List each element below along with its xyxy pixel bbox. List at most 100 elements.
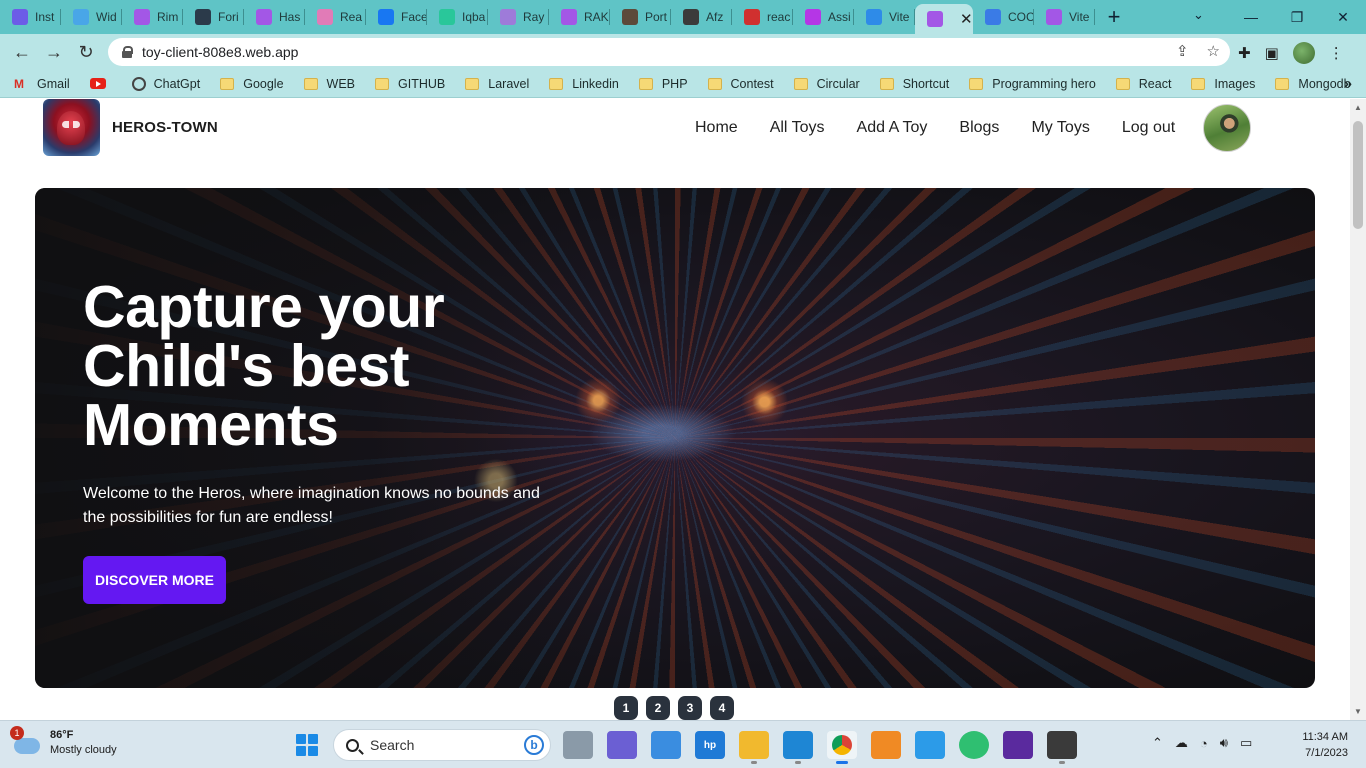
discover-more-button[interactable]: DISCOVER MORE xyxy=(83,556,226,604)
bookmark-item[interactable]: PHP xyxy=(638,77,688,91)
chatgpt-app-icon[interactable] xyxy=(959,731,989,759)
weather-widget[interactable]: 1 86°F Mostly cloudy xyxy=(10,726,117,758)
nav-all-toys[interactable]: All Toys xyxy=(770,119,825,137)
start-button[interactable] xyxy=(296,734,318,756)
bookmark-item[interactable]: Images xyxy=(1191,77,1255,91)
wifi-icon[interactable]: ◔ xyxy=(1200,736,1208,751)
bookmark-item[interactable]: Google xyxy=(220,77,284,91)
battery-icon[interactable]: ▭ xyxy=(1240,735,1252,751)
tab-label: Vite xyxy=(1069,10,1090,24)
xampp-icon[interactable] xyxy=(871,731,901,759)
bookmark-item[interactable]: Circular xyxy=(793,77,860,91)
bookmark-item[interactable]: Contest xyxy=(707,77,774,91)
browser-tab[interactable]: RAK xyxy=(549,0,610,34)
nav-add-toy[interactable]: Add A Toy xyxy=(857,119,928,137)
page-scrollbar[interactable]: ▲ ▼ xyxy=(1350,99,1366,720)
postman-icon[interactable] xyxy=(1003,731,1033,759)
browser-tab[interactable]: reac xyxy=(732,0,793,34)
slide-3-button[interactable]: 3 xyxy=(678,696,702,720)
store-icon[interactable] xyxy=(651,731,681,759)
menu-dots-icon[interactable]: ⋮ xyxy=(1329,44,1344,62)
close-window-icon[interactable]: ✕ xyxy=(1320,9,1366,26)
scroll-up-icon[interactable]: ▲ xyxy=(1354,103,1362,112)
browser-tab[interactable]: Iqba xyxy=(427,0,488,34)
vscode-icon[interactable] xyxy=(783,731,813,764)
lock-icon[interactable] xyxy=(122,46,133,58)
nav-blogs[interactable]: Blogs xyxy=(959,119,999,137)
slide-4-button[interactable]: 4 xyxy=(710,696,734,720)
bookmark-item[interactable]: Laravel xyxy=(465,77,529,91)
bookmark-item[interactable] xyxy=(89,78,112,89)
site-brand[interactable]: HEROS-TOWN xyxy=(112,119,218,136)
clock[interactable]: 11:34 AM 7/1/2023 xyxy=(1288,729,1348,761)
volume-icon[interactable]: 🔊︎ xyxy=(1220,735,1228,751)
onedrive-icon[interactable]: ☁ xyxy=(1175,735,1188,751)
tab-search-icon[interactable]: ⌄ xyxy=(1193,7,1204,23)
weather-desc: Mostly cloudy xyxy=(50,744,117,756)
new-tab-button[interactable]: + xyxy=(1095,4,1133,30)
browser-tab[interactable]: Inst xyxy=(0,0,61,34)
bookmark-label: Gmail xyxy=(37,76,70,91)
bookmark-star-icon[interactable]: ☆ xyxy=(1207,42,1220,60)
nav-menu: Home All Toys Add A Toy Blogs My Toys Lo… xyxy=(695,119,1207,137)
bing-icon[interactable]: b xyxy=(524,735,544,755)
back-arrow-icon[interactable]: ← xyxy=(6,42,38,63)
browser-tab[interactable]: Fori xyxy=(183,0,244,34)
terminal-icon[interactable] xyxy=(1047,731,1077,764)
extensions-icon[interactable]: ✚ xyxy=(1238,44,1251,62)
minimize-icon[interactable]: — xyxy=(1228,9,1274,25)
side-panel-icon[interactable]: ▣ xyxy=(1265,44,1279,62)
browser-tab[interactable]: Vite xyxy=(854,0,915,34)
address-bar[interactable]: toy-client-808e8.web.app ⇪ ☆ xyxy=(108,38,1230,66)
browser-tab[interactable]: Port xyxy=(610,0,671,34)
bookmark-item[interactable]: Linkedin xyxy=(549,77,619,91)
browser-tab[interactable]: Rim xyxy=(122,0,183,34)
slide-1-button[interactable]: 1 xyxy=(614,696,638,720)
nav-my-toys[interactable]: My Toys xyxy=(1031,119,1089,137)
slide-2-button[interactable]: 2 xyxy=(646,696,670,720)
more-bookmarks-icon[interactable]: » xyxy=(1344,75,1352,91)
browser-tab[interactable]: Rea xyxy=(305,0,366,34)
reload-icon[interactable]: ↻ xyxy=(70,42,102,63)
restore-icon[interactable]: ❐ xyxy=(1274,9,1320,26)
url-text[interactable]: toy-client-808e8.web.app xyxy=(142,44,298,60)
bookmark-item[interactable]: WEB xyxy=(303,77,355,91)
forward-arrow-icon[interactable]: → xyxy=(38,42,70,63)
browser-tab[interactable]: COC xyxy=(973,0,1034,34)
site-logo[interactable] xyxy=(43,99,100,156)
bookmark-item[interactable]: GITHUB xyxy=(375,77,445,91)
user-avatar[interactable] xyxy=(1203,104,1251,152)
share-icon[interactable]: ⇪ xyxy=(1176,42,1189,60)
tray-expand-icon[interactable]: ⌃ xyxy=(1152,735,1163,751)
browser-tab[interactable]: Face xyxy=(366,0,427,34)
browser-tab[interactable]: Assi xyxy=(793,0,854,34)
nav-home[interactable]: Home xyxy=(695,119,738,137)
browser-tab[interactable]: Ray xyxy=(488,0,549,34)
browser-tab[interactable]: Has xyxy=(244,0,305,34)
site-navbar: HEROS-TOWN Home All Toys Add A Toy Blogs… xyxy=(0,99,1350,161)
hp-icon[interactable]: hp xyxy=(695,731,725,759)
chrome-icon[interactable] xyxy=(827,731,857,764)
browser-tab[interactable]: Vite xyxy=(1034,0,1095,34)
scroll-down-icon[interactable]: ▼ xyxy=(1354,707,1362,716)
scrollbar-thumb[interactable] xyxy=(1353,121,1363,229)
browser-tab[interactable]: ✕ xyxy=(915,4,973,34)
browser-tab[interactable]: Wid xyxy=(61,0,122,34)
file-explorer-icon[interactable] xyxy=(739,731,769,764)
bookmark-item[interactable]: React xyxy=(1115,77,1171,91)
bookmark-item[interactable]: ChatGpt xyxy=(131,76,200,91)
bookmark-item[interactable]: Shortcut xyxy=(879,77,949,91)
bookmark-item[interactable]: Mongodb xyxy=(1275,77,1351,91)
browser-tab[interactable]: Afz xyxy=(671,0,732,34)
teams-icon[interactable] xyxy=(607,731,637,759)
tab-favicon-icon xyxy=(439,9,455,25)
bookmark-item[interactable]: Programming hero xyxy=(969,77,1096,91)
task-view-icon[interactable] xyxy=(563,731,593,759)
tab-label: Afz xyxy=(706,10,724,24)
profile-avatar[interactable] xyxy=(1292,42,1315,64)
nav-logout[interactable]: Log out xyxy=(1122,119,1175,137)
taskbar-search[interactable]: Search b xyxy=(333,729,551,761)
mysql-icon[interactable] xyxy=(915,731,945,759)
close-tab-icon[interactable]: ✕ xyxy=(960,10,973,28)
bookmark-item[interactable]: M Gmail xyxy=(14,77,70,91)
